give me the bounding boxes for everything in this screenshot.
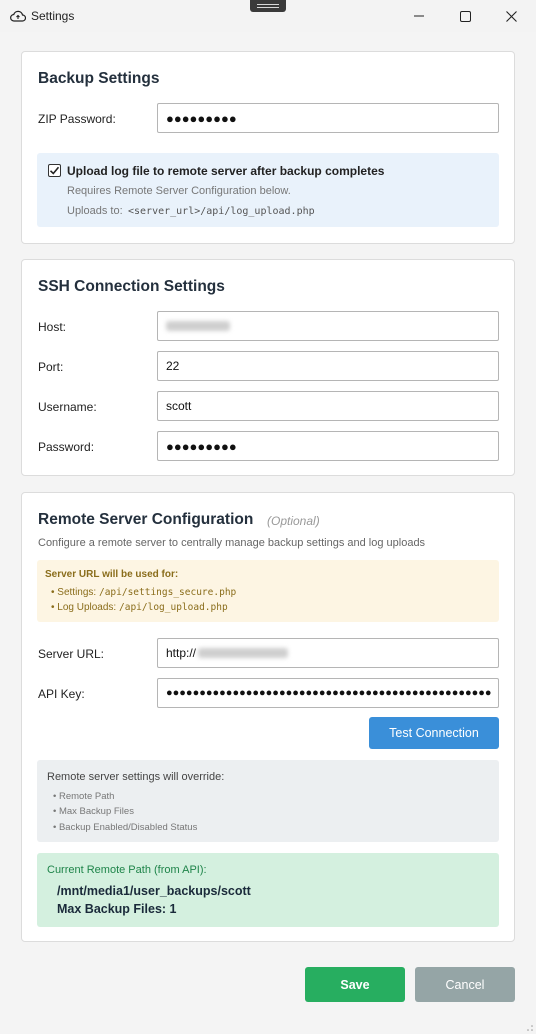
save-button[interactable]: Save: [305, 967, 405, 1002]
drag-handle[interactable]: [250, 0, 286, 12]
upload-log-note: Requires Remote Server Configuration bel…: [67, 185, 291, 197]
server-url-value: http://: [166, 646, 197, 660]
override-heading: Remote server settings will override:: [47, 771, 225, 783]
usage-item-label: Log Uploads:: [57, 602, 117, 613]
server-url-label: Server URL:: [38, 647, 105, 661]
server-url-usage-box: Server URL will be used for: • Settings:…: [37, 560, 499, 622]
current-remote-path-value: /mnt/media1/user_backups/scott: [57, 884, 251, 898]
optional-label: (Optional): [267, 514, 320, 528]
backup-settings-card: Backup Settings ZIP Password: ●●●●●●●●● …: [21, 51, 515, 244]
api-key-input[interactable]: ●●●●●●●●●●●●●●●●●●●●●●●●●●●●●●●●●●●●●●●●…: [157, 678, 499, 708]
current-remote-path-box: Current Remote Path (from API): /mnt/med…: [37, 853, 499, 927]
ssh-settings-card: SSH Connection Settings Host: Port: 22 U…: [21, 259, 515, 476]
close-icon: [505, 10, 517, 22]
port-label: Port:: [38, 360, 64, 374]
username-label: Username:: [38, 400, 97, 414]
host-label: Host:: [38, 320, 67, 334]
checkmark-icon: [49, 166, 60, 175]
override-item: • Remote Path: [53, 791, 115, 802]
server-url-usage-item: • Settings: /api/settings_secure.php: [51, 587, 236, 598]
remote-server-card: Remote Server Configuration (Optional) C…: [21, 492, 515, 942]
redacted-blur: [166, 321, 230, 331]
host-input[interactable]: [157, 311, 499, 341]
remote-server-description: Configure a remote server to centrally m…: [38, 537, 426, 549]
api-key-label: API Key:: [38, 687, 85, 701]
ssh-password-label: Password:: [38, 440, 95, 454]
override-item-label: Max Backup Files: [58, 806, 134, 817]
resize-grip-icon[interactable]: [526, 1024, 534, 1032]
usage-item-path: /api/settings_secure.php: [98, 587, 237, 598]
redacted-blur: [198, 648, 289, 658]
cloud-upload-icon: [10, 9, 27, 23]
usage-item-path: /api/log_upload.php: [119, 602, 228, 613]
ssh-settings-title: SSH Connection Settings: [38, 278, 225, 295]
override-box: Remote server settings will override: • …: [37, 760, 499, 842]
ssh-password-input[interactable]: ●●●●●●●●●: [157, 431, 499, 461]
test-connection-button[interactable]: Test Connection: [369, 717, 499, 749]
override-item: • Max Backup Files: [53, 806, 134, 817]
server-url-usage-item: • Log Uploads: /api/log_upload.php: [51, 602, 228, 613]
override-item: • Backup Enabled/Disabled Status: [53, 822, 198, 833]
backup-settings-title: Backup Settings: [38, 70, 160, 87]
uploads-to-path: <server_url>/api/log_upload.php: [128, 206, 315, 217]
max-backup-files-value: Max Backup Files: 1: [57, 902, 177, 916]
cancel-button[interactable]: Cancel: [415, 967, 515, 1002]
usage-item-label: Settings:: [57, 587, 97, 598]
title-bar[interactable]: Settings: [0, 0, 536, 32]
window-title: Settings: [31, 9, 75, 23]
override-item-label: Remote Path: [58, 791, 115, 802]
port-input[interactable]: 22: [157, 351, 499, 381]
zip-password-label: ZIP Password:: [38, 112, 116, 126]
username-input[interactable]: scott: [157, 391, 499, 421]
minimize-button[interactable]: [396, 0, 442, 32]
current-remote-path-heading: Current Remote Path (from API):: [47, 864, 207, 876]
override-item-label: Backup Enabled/Disabled Status: [58, 822, 198, 833]
upload-log-label[interactable]: Upload log file to remote server after b…: [67, 164, 384, 178]
maximize-button[interactable]: [442, 0, 488, 32]
maximize-icon: [459, 10, 471, 22]
settings-content: Backup Settings ZIP Password: ●●●●●●●●● …: [0, 32, 536, 1034]
upload-log-box: Upload log file to remote server after b…: [37, 153, 499, 227]
server-url-usage-heading: Server URL will be used for:: [45, 569, 179, 580]
minimize-icon: [414, 11, 424, 21]
zip-password-input[interactable]: ●●●●●●●●●: [157, 103, 499, 133]
uploads-to-label: Uploads to:: [67, 205, 123, 217]
server-url-input[interactable]: http://: [157, 638, 499, 668]
close-button[interactable]: [488, 0, 534, 32]
upload-log-checkbox[interactable]: [48, 164, 61, 177]
remote-server-title: Remote Server Configuration: [38, 511, 254, 528]
